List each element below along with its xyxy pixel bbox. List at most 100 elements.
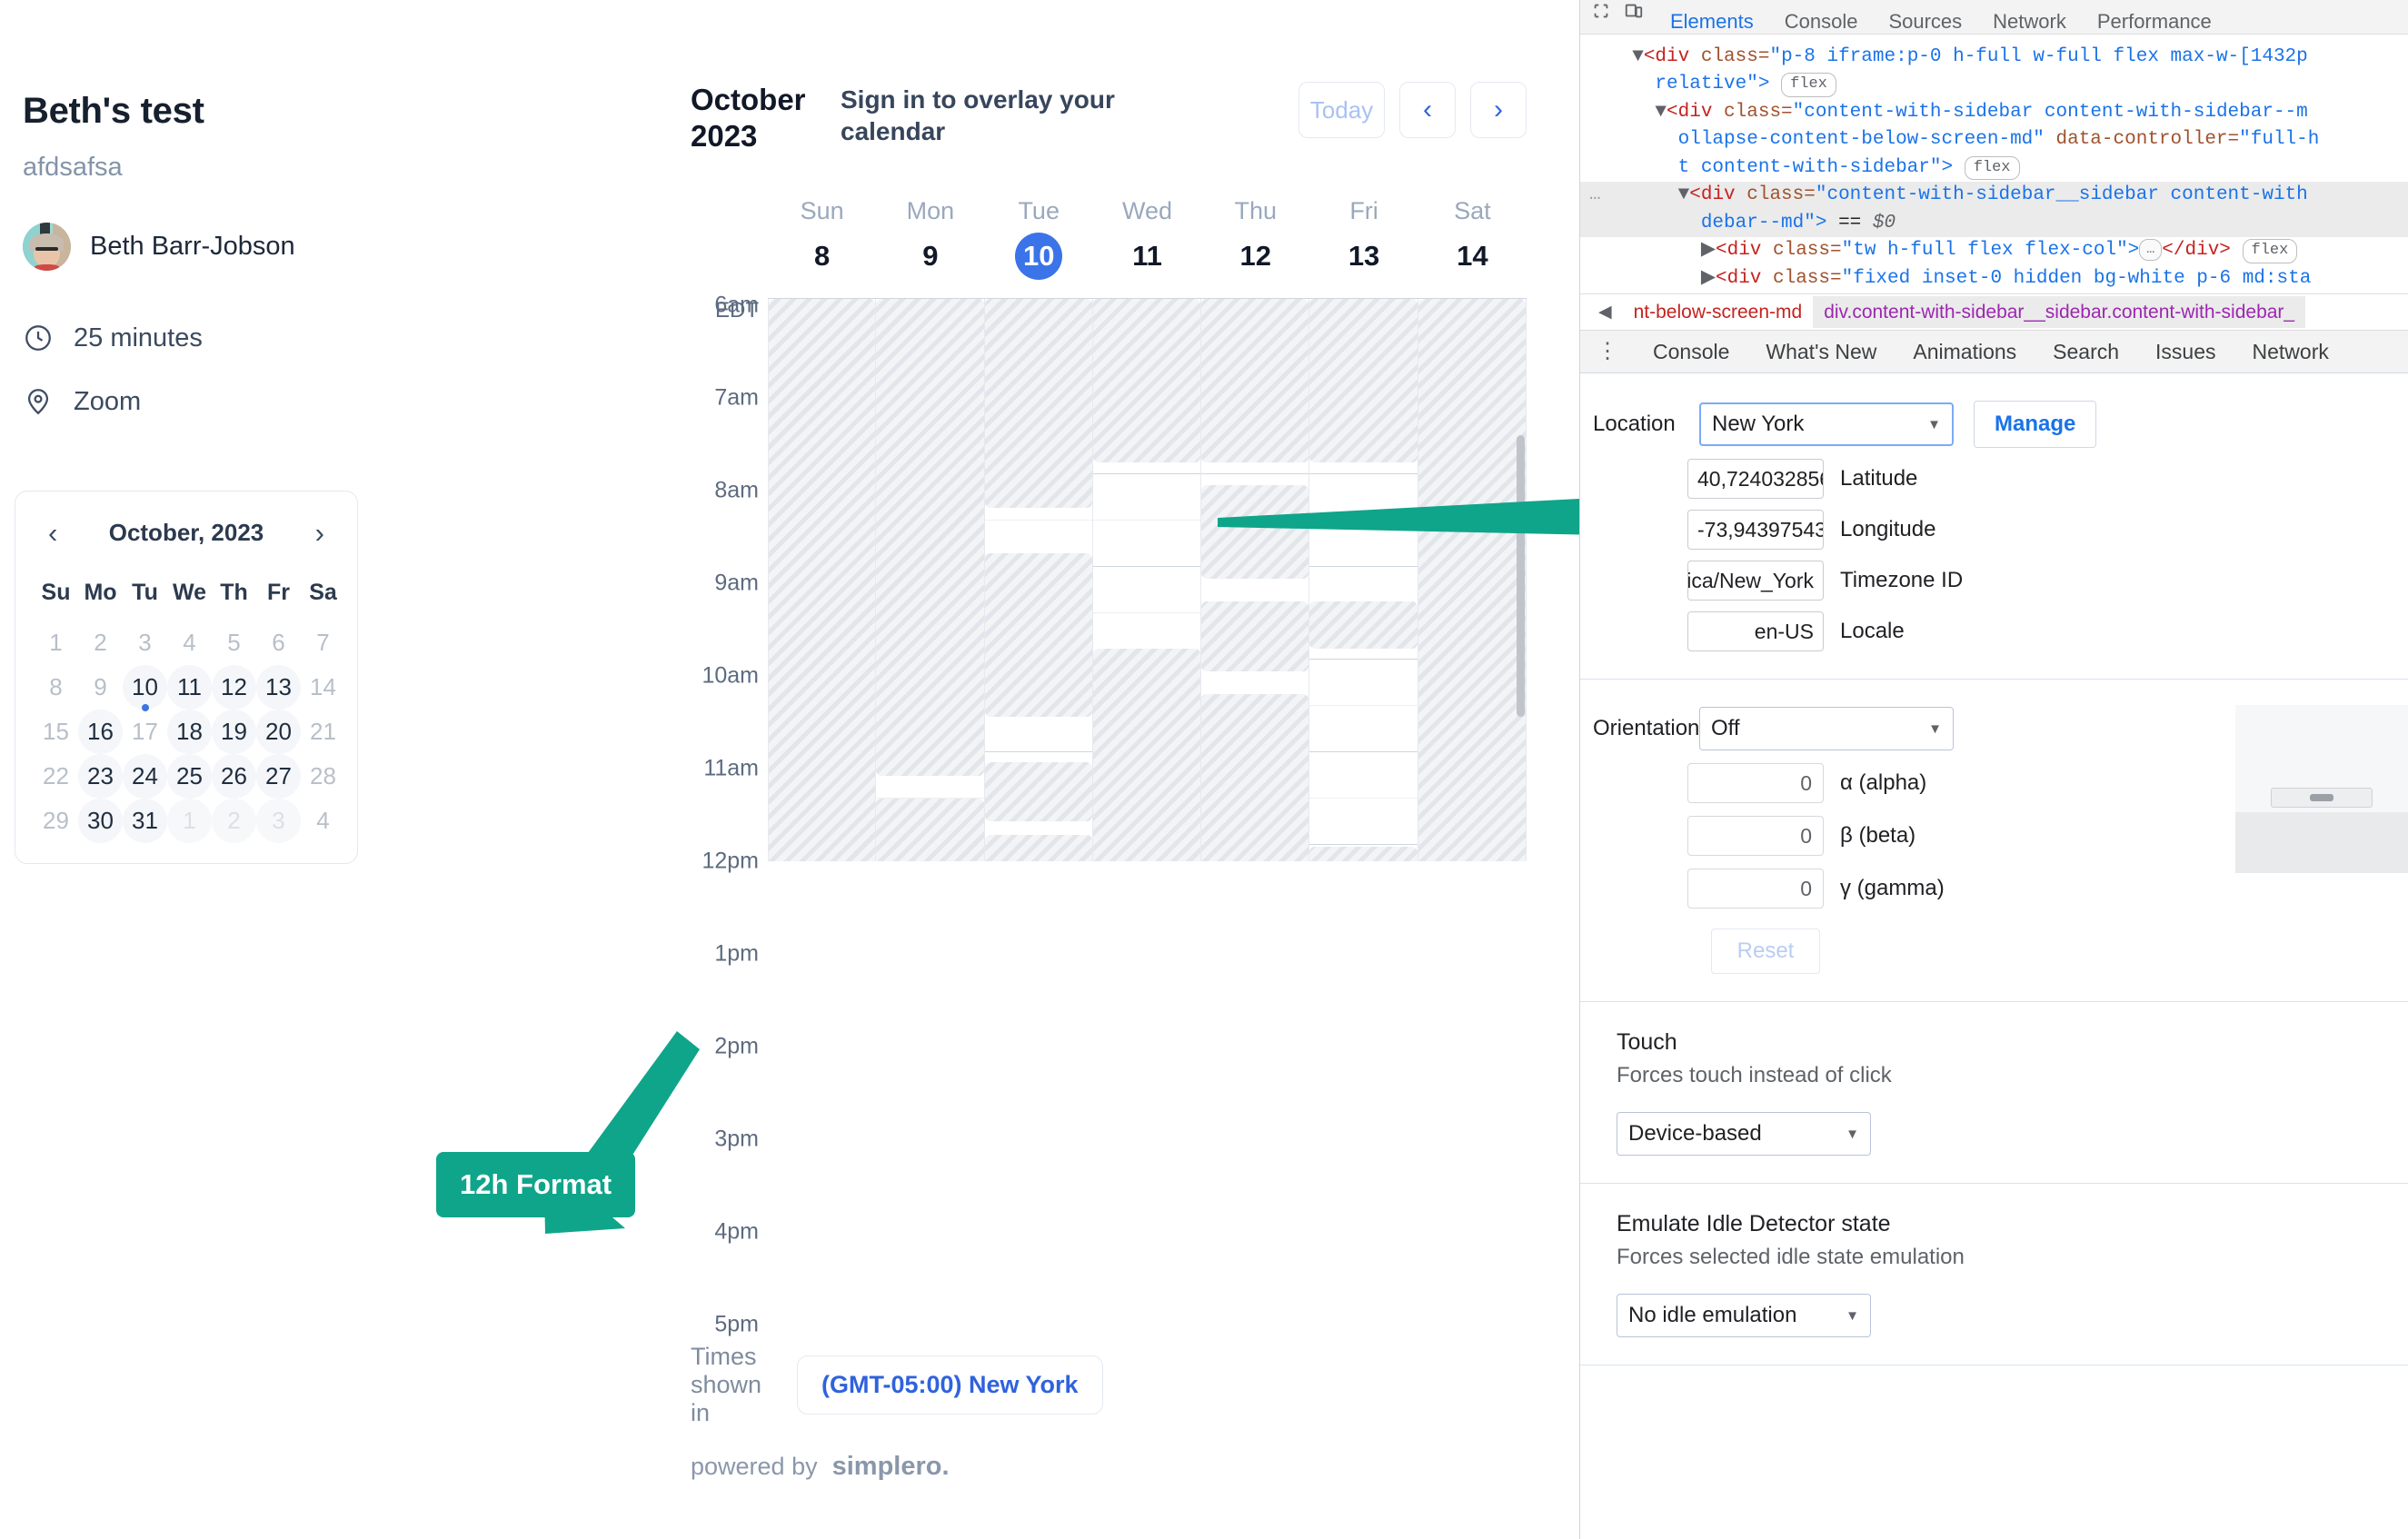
mini-day[interactable]: 16 bbox=[78, 710, 123, 754]
mini-day[interactable]: 25 bbox=[167, 754, 212, 799]
mini-day[interactable]: 31 bbox=[123, 799, 167, 843]
devtools-tab-performance[interactable]: Performance bbox=[2082, 10, 2227, 34]
day-column[interactable] bbox=[876, 299, 985, 862]
flex-badge[interactable]: flex bbox=[2242, 239, 2298, 263]
elements-tree[interactable]: ▼<div class="p-8 iframe:p-0 h-full w-ful… bbox=[1580, 35, 2408, 293]
reset-orientation-button[interactable]: Reset bbox=[1711, 928, 1820, 974]
mini-day[interactable]: 11 bbox=[167, 665, 212, 710]
timezone-note: Times shown in bbox=[691, 1343, 762, 1426]
orientation-select[interactable]: Off ▼ bbox=[1699, 707, 1954, 750]
locale-label: Locale bbox=[1840, 619, 1905, 643]
devtools-tab-network[interactable]: Network bbox=[1977, 10, 2082, 34]
drawer-tab-console[interactable]: Console bbox=[1635, 340, 1747, 363]
idle-select[interactable]: No idle emulation ▼ bbox=[1617, 1294, 1871, 1337]
timezone-select-button[interactable]: (GMT-05:00) New York bbox=[797, 1355, 1103, 1415]
mini-day[interactable]: 18 bbox=[167, 710, 212, 754]
week-day-number-cell[interactable]: 14 bbox=[1418, 233, 1527, 280]
locale-input[interactable]: en-US bbox=[1687, 611, 1824, 651]
drawer-tab-issues[interactable]: Issues bbox=[2137, 340, 2234, 363]
day-column[interactable] bbox=[1418, 299, 1527, 862]
week-day-number-cell[interactable]: 10 bbox=[985, 233, 1093, 281]
week-day-number-cell[interactable]: 13 bbox=[1309, 233, 1418, 280]
location-select[interactable]: New York ▼ bbox=[1699, 402, 1954, 446]
breadcrumb-back-icon[interactable]: ◀ bbox=[1587, 302, 1623, 323]
collapsed-children-icon[interactable]: … bbox=[2139, 239, 2163, 261]
today-button[interactable]: Today bbox=[1299, 82, 1385, 138]
mini-day[interactable]: 12 bbox=[212, 665, 256, 710]
mini-day[interactable]: 23 bbox=[78, 754, 123, 799]
mini-next-month-button[interactable]: › bbox=[306, 515, 333, 551]
mini-day-cell: 1 bbox=[34, 621, 78, 665]
dom-tree-line[interactable]: … ▼<div class="content-with-sidebar__sid… bbox=[1580, 182, 2408, 210]
mini-day-cell: 17 bbox=[123, 710, 167, 754]
mini-day[interactable]: 20 bbox=[256, 710, 301, 754]
mini-prev-month-button[interactable]: ‹ bbox=[39, 515, 66, 551]
touch-select[interactable]: Device-based ▼ bbox=[1617, 1112, 1871, 1156]
flex-badge[interactable]: flex bbox=[1964, 155, 2020, 181]
dom-tree-line[interactable]: ▼<div class="content-with-sidebar conten… bbox=[1580, 99, 2408, 126]
mini-day[interactable]: 24 bbox=[123, 754, 167, 799]
mini-day[interactable]: 30 bbox=[78, 799, 123, 843]
code-token: class= bbox=[1773, 240, 1842, 262]
dom-tree-line[interactable]: t content-with-sidebar"> flex bbox=[1580, 154, 2408, 182]
disclosure-triangle-icon[interactable]: ▶ bbox=[1701, 268, 1716, 289]
dom-tree-line[interactable]: ▼<div class="p-8 iframe:p-0 h-full w-ful… bbox=[1580, 44, 2408, 71]
longitude-input[interactable]: -73,94397543423 bbox=[1687, 510, 1824, 550]
week-day-number-cell[interactable]: 9 bbox=[876, 233, 984, 280]
dom-tree-line[interactable]: ▶<div class="tw h-full flex flex-col">… <… bbox=[1580, 237, 2408, 264]
drawer-tab-network[interactable]: Network bbox=[2234, 340, 2347, 363]
latitude-input[interactable]: 40,72403285608 bbox=[1687, 459, 1824, 499]
alpha-input[interactable]: 0 bbox=[1687, 763, 1824, 803]
device-toolbar-icon[interactable] bbox=[1624, 1, 1644, 26]
grid-scrollbar[interactable] bbox=[1517, 435, 1525, 718]
gamma-input[interactable]: 0 bbox=[1687, 869, 1824, 909]
flex-badge[interactable]: flex bbox=[1781, 73, 1836, 98]
disclosure-triangle-icon[interactable]: ▼ bbox=[1632, 46, 1644, 67]
time-grid-scroll[interactable] bbox=[768, 298, 1527, 862]
week-dow: Wed bbox=[1121, 197, 1172, 225]
mini-day[interactable]: 10 bbox=[123, 665, 167, 710]
prev-week-button[interactable]: ‹ bbox=[1399, 82, 1456, 138]
breadcrumb-item[interactable]: div.content-with-sidebar__sidebar.conten… bbox=[1813, 295, 2306, 328]
drawer-tab-what-s-new[interactable]: What's New bbox=[1747, 340, 1895, 363]
devtools-tab-sources[interactable]: Sources bbox=[1873, 10, 1977, 34]
booking-page: Beth's test afdsafsa Beth Barr-Jobson 25… bbox=[0, 0, 1581, 1539]
disclosure-triangle-icon[interactable]: ▼ bbox=[1655, 102, 1667, 123]
mini-day[interactable]: 13 bbox=[256, 665, 301, 710]
day-column[interactable] bbox=[1309, 299, 1418, 862]
dom-tree-line[interactable]: ▶<div class="fixed inset-0 hidden bg-whi… bbox=[1580, 265, 2408, 293]
dom-tree-line[interactable]: ollapse-content-below-screen-md" data-co… bbox=[1580, 126, 2408, 154]
day-column[interactable] bbox=[768, 299, 877, 862]
devtools-tab-console[interactable]: Console bbox=[1769, 10, 1874, 34]
week-day-number-cell[interactable]: 12 bbox=[1201, 233, 1309, 280]
drawer-tab-search[interactable]: Search bbox=[2035, 340, 2137, 363]
manage-locations-button[interactable]: Manage bbox=[1974, 401, 2097, 448]
next-week-button[interactable]: › bbox=[1470, 82, 1527, 138]
breadcrumb-item[interactable]: nt-below-screen-md bbox=[1623, 296, 1814, 328]
dom-tree-line[interactable]: debar--md"> == $0 bbox=[1580, 209, 2408, 238]
dom-tree-line[interactable]: relative"> flex bbox=[1580, 71, 2408, 98]
day-column[interactable] bbox=[1092, 299, 1202, 862]
more-options-icon[interactable]: ⋮ bbox=[1589, 340, 1635, 362]
hour-gridline bbox=[1309, 844, 1418, 846]
mini-day[interactable]: 27 bbox=[256, 754, 301, 799]
device-orientation-preview[interactable] bbox=[2235, 705, 2408, 873]
beta-input[interactable]: 0 bbox=[1687, 816, 1824, 856]
mini-day[interactable]: 26 bbox=[212, 754, 256, 799]
week-day-number: 11 bbox=[1132, 240, 1162, 273]
chevron-down-icon: ▼ bbox=[1846, 1126, 1859, 1142]
devtools-tab-elements[interactable]: Elements bbox=[1655, 10, 1769, 34]
hour-label: 1pm bbox=[714, 940, 759, 967]
mini-day-cell: 6 bbox=[256, 621, 301, 665]
signin-overlay-link[interactable]: Sign in to overlay your calendar bbox=[841, 82, 1131, 147]
week-day-number-cell[interactable]: 11 bbox=[1093, 233, 1201, 280]
inspect-icon[interactable] bbox=[1591, 1, 1611, 26]
week-day-number-cell[interactable]: 8 bbox=[768, 233, 876, 280]
day-column[interactable] bbox=[984, 299, 1093, 862]
timezone-id-input[interactable]: America/New_York bbox=[1687, 561, 1824, 601]
disclosure-triangle-icon[interactable]: ▶ bbox=[1701, 240, 1716, 261]
drawer-tab-animations[interactable]: Animations bbox=[1895, 340, 2035, 363]
disclosure-triangle-icon[interactable]: ▼ bbox=[1678, 184, 1690, 205]
day-column[interactable] bbox=[1201, 299, 1310, 862]
mini-day[interactable]: 19 bbox=[212, 710, 256, 754]
